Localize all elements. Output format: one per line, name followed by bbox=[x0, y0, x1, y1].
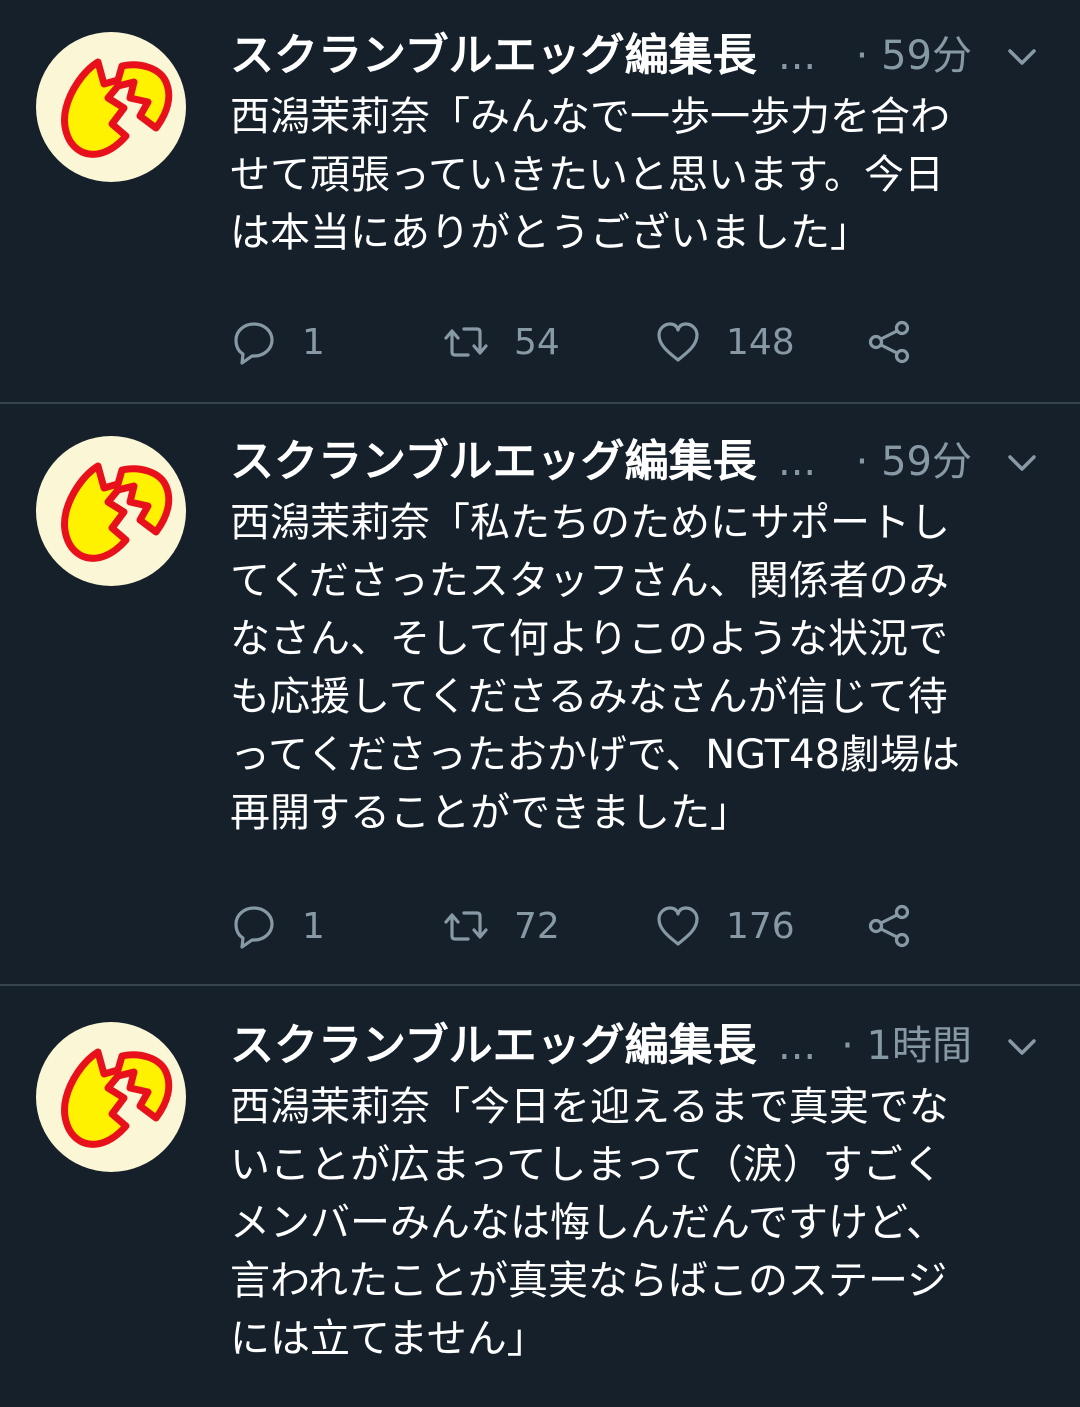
tweet-1[interactable]: スクランブルエッグ編集長 ... · 59分 西潟茉莉奈「みんなで一歩一歩力を合… bbox=[0, 0, 1080, 402]
author-name[interactable]: スクランブルエッグ編集長 bbox=[230, 1018, 757, 1074]
reply-count: 1 bbox=[302, 905, 325, 947]
tweet-header: スクランブルエッグ編集長 ... · 1時間 bbox=[230, 1018, 1050, 1078]
reply-icon bbox=[234, 322, 274, 365]
tweet-3[interactable]: スクランブルエッグ編集長 ... · 1時間 西潟茉莉奈「今日を迎えるまで真実で… bbox=[0, 986, 1080, 1407]
tweet-text-line: 言われたことが真実ならばこのステージ bbox=[230, 1258, 948, 1304]
tweet-text-line: は本当にありがとうございました」 bbox=[230, 210, 870, 256]
avatar[interactable] bbox=[36, 32, 186, 182]
tweet-2[interactable]: スクランブルエッグ編集長 ... · 59分 西潟茉莉奈「私たちのためにサポート… bbox=[0, 404, 1080, 984]
tweet-text: 西潟茉莉奈「私たちのためにサポートし てくださったスタッフさん、関係者のみ なさ… bbox=[230, 494, 1050, 842]
tweet-text-line: 西潟茉莉奈「今日を迎えるまで真実でな bbox=[230, 1084, 949, 1130]
share-icon bbox=[868, 904, 910, 948]
tweet-header: スクランブルエッグ編集長 ... · 59分 bbox=[230, 434, 1050, 494]
tweet-actions: 1 54 148 bbox=[230, 312, 1050, 372]
share-button[interactable] bbox=[866, 312, 914, 372]
timestamp[interactable]: · 59分 bbox=[856, 28, 972, 84]
author-name[interactable]: スクランブルエッグ編集長 bbox=[230, 28, 757, 84]
cracked-egg-icon bbox=[61, 1048, 173, 1148]
share-button[interactable] bbox=[866, 896, 914, 956]
tweet-text-line: メンバーみんなは悔しんだんですけど、 bbox=[230, 1200, 946, 1246]
tweet-text-line: ってくださったおかげで、NGT48劇場は bbox=[230, 732, 961, 778]
name-truncation: ... bbox=[778, 1023, 817, 1069]
tweet-text-line: 再開することができました」 bbox=[230, 790, 750, 836]
tweet-text: 西潟茉莉奈「今日を迎えるまで真実でな いことが広まってしまって（涙）すごく メン… bbox=[230, 1078, 1050, 1368]
retweet-count: 72 bbox=[514, 905, 560, 947]
share-icon bbox=[868, 320, 910, 364]
like-count: 148 bbox=[726, 321, 795, 363]
tweet-text-line: いことが広まってしまって（涙）すごく bbox=[230, 1142, 943, 1188]
heart-icon bbox=[657, 906, 699, 946]
chevron-down-icon[interactable] bbox=[1004, 1032, 1040, 1062]
name-truncation: ... bbox=[778, 439, 817, 485]
reply-button[interactable]: 1 bbox=[230, 312, 325, 372]
heart-icon bbox=[657, 322, 699, 362]
tweet-text-line: てくださったスタッフさん、関係者のみ bbox=[230, 558, 949, 604]
cracked-egg-icon bbox=[61, 58, 173, 158]
retweet-icon bbox=[444, 327, 488, 357]
timestamp[interactable]: · 59分 bbox=[856, 434, 972, 490]
name-truncation: ... bbox=[778, 33, 817, 79]
avatar[interactable] bbox=[36, 1022, 186, 1172]
tweet-text-line: には立てません」 bbox=[230, 1316, 547, 1362]
tweet-text-line: 西潟茉莉奈「みんなで一歩一歩力を合わ bbox=[230, 94, 950, 140]
like-count: 176 bbox=[726, 905, 795, 947]
chevron-down-icon[interactable] bbox=[1004, 42, 1040, 72]
tweet-text-line: も応援してくださるみなさんが信じて待 bbox=[230, 674, 948, 720]
retweet-count: 54 bbox=[514, 321, 560, 363]
cracked-egg-icon bbox=[61, 462, 173, 562]
chevron-down-icon[interactable] bbox=[1004, 448, 1040, 478]
like-button[interactable]: 176 bbox=[654, 896, 795, 956]
retweet-button[interactable]: 72 bbox=[442, 896, 560, 956]
tweet-header: スクランブルエッグ編集長 ... · 59分 bbox=[230, 28, 1050, 88]
like-button[interactable]: 148 bbox=[654, 312, 795, 372]
tweet-text-line: せて頑張っていきたいと思います。今日 bbox=[230, 152, 944, 198]
reply-count: 1 bbox=[302, 321, 325, 363]
retweet-button[interactable]: 54 bbox=[442, 312, 560, 372]
avatar[interactable] bbox=[36, 436, 186, 586]
retweet-icon bbox=[444, 911, 488, 941]
reply-button[interactable]: 1 bbox=[230, 896, 325, 956]
author-name[interactable]: スクランブルエッグ編集長 bbox=[230, 434, 757, 490]
tweet-actions: 1 72 176 bbox=[230, 896, 1050, 956]
timestamp[interactable]: · 1時間 bbox=[841, 1018, 972, 1074]
tweet-text: 西潟茉莉奈「みんなで一歩一歩力を合わ せて頑張っていきたいと思います。今日 は本… bbox=[230, 88, 1050, 262]
tweet-text-line: なさん、そして何よりこのような状況で bbox=[230, 616, 948, 662]
reply-icon bbox=[234, 906, 274, 949]
tweet-text-line: 西潟茉莉奈「私たちのためにサポートし bbox=[230, 500, 950, 546]
